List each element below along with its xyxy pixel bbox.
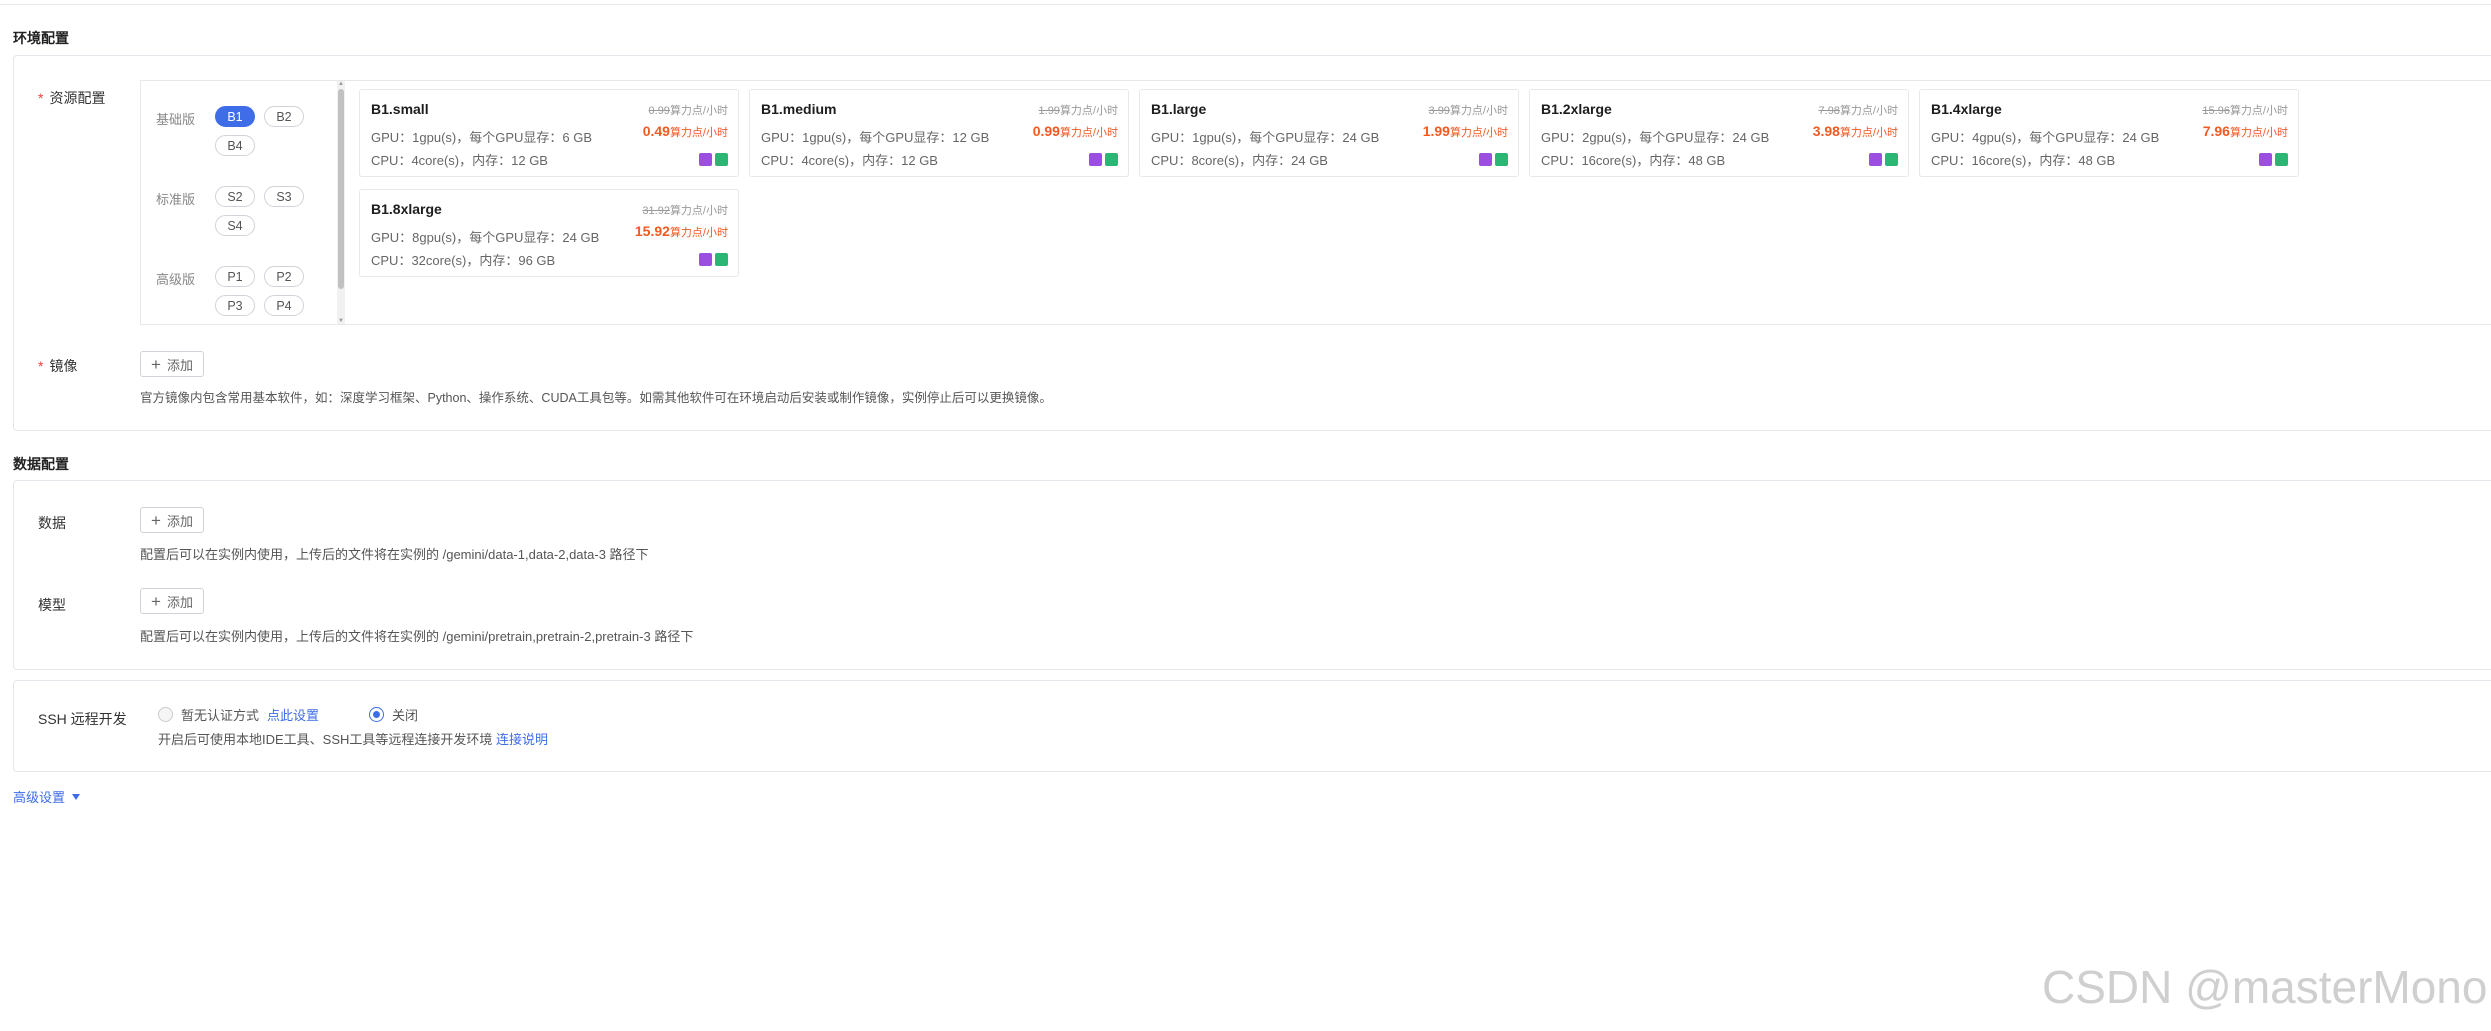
spec-card-b1-medium[interactable]: B1.medium 1.99算力点/小时 0.99算力点/小时 GPU：1gpu… [749, 89, 1129, 177]
watermark: CSDN @masterMono [2042, 961, 2488, 1013]
chart-icon [699, 153, 712, 166]
card-cpu-spec: CPU：8core(s)，内存：24 GB [1151, 153, 1328, 168]
card-price: 3.98算力点/小时 [1812, 123, 1898, 139]
scroll-down-icon[interactable]: ▼ [338, 318, 344, 324]
add-model-button[interactable]: + 添加 [140, 588, 204, 614]
plus-icon: + [151, 591, 161, 611]
data-hint: 配置后可以在实例内使用，上传后的文件将在实例的 /gemini/data-1,d… [140, 547, 649, 562]
add-image-button[interactable]: + 添加 [140, 351, 204, 377]
spec-card-b1-small[interactable]: B1.small 0.99算力点/小时 0.49算力点/小时 GPU：1gpu(… [359, 89, 739, 177]
chip-b1[interactable]: B1 [215, 106, 255, 127]
card-price: 0.49算力点/小时 [642, 123, 728, 139]
card-cpu-spec: CPU：16core(s)，内存：48 GB [1541, 153, 1726, 168]
series-scrollbar[interactable]: ▲ ▼ [337, 81, 345, 324]
scroll-up-icon[interactable]: ▲ [338, 81, 344, 87]
chip-p3[interactable]: P3 [215, 295, 255, 316]
required-mark: * [38, 358, 44, 374]
chart-icon [715, 153, 728, 166]
card-price: 1.99算力点/小时 [1422, 123, 1508, 139]
card-gpu-spec: GPU：1gpu(s)，每个GPU显存：12 GB [761, 130, 990, 145]
chip-p1[interactable]: P1 [215, 266, 255, 287]
chip-b4[interactable]: B4 [215, 135, 255, 156]
data-label: 数据 [38, 515, 66, 531]
card-cpu-spec: CPU：4core(s)，内存：12 GB [761, 153, 938, 168]
card-cpu-spec: CPU：16core(s)，内存：48 GB [1931, 153, 2116, 168]
resource-config-label: * 资源配置 [38, 90, 106, 106]
card-name: B1.2xlarge [1541, 101, 1612, 117]
setup-link[interactable]: 点此设置 [267, 705, 319, 724]
card-name: B1.8xlarge [371, 201, 442, 217]
env-config-panel: * 资源配置 基础版 B1 B2 B4 标准版 S2 S3 S4 高级版 P1 P… [13, 55, 2491, 431]
ssh-label: SSH 远程开发 [38, 711, 127, 727]
card-cpu-spec: CPU：4core(s)，内存：12 GB [371, 153, 548, 168]
chip-b2[interactable]: B2 [264, 106, 304, 127]
model-label: 模型 [38, 597, 66, 613]
image-hint: 官方镜像内包含常用基本软件，如：深度学习框架、Python、操作系统、CUDA工… [140, 391, 1052, 405]
connection-guide-link[interactable]: 连接说明 [496, 732, 548, 747]
card-old-price: 15.96算力点/小时 [2202, 105, 2288, 117]
card-price: 7.96算力点/小时 [2202, 123, 2288, 139]
plus-icon: + [151, 354, 161, 374]
data-config-panel: 数据 + 添加 配置后可以在实例内使用，上传后的文件将在实例的 /gemini/d… [13, 480, 2491, 670]
scrollbar-thumb[interactable] [338, 89, 344, 289]
chart-icon [715, 253, 728, 266]
chart-icon [699, 253, 712, 266]
spec-card-b1-2xlarge[interactable]: B1.2xlarge 7.98算力点/小时 3.98算力点/小时 GPU：2gp… [1529, 89, 1909, 177]
card-name: B1.medium [761, 101, 837, 117]
card-price: 15.92算力点/小时 [634, 223, 728, 239]
chip-s3[interactable]: S3 [264, 186, 304, 207]
chip-s4[interactable]: S4 [215, 215, 255, 236]
card-cpu-spec: CPU：32core(s)，内存：96 GB [371, 253, 556, 268]
model-hint: 配置后可以在实例内使用，上传后的文件将在实例的 /gemini/pretrain… [140, 629, 694, 644]
top-divider [0, 4, 2491, 5]
card-old-price: 7.98算力点/小时 [1818, 105, 1898, 117]
card-name: B1.large [1151, 101, 1207, 117]
spec-card-b1-4xlarge[interactable]: B1.4xlarge 15.96算力点/小时 7.96算力点/小时 GPU：4g… [1919, 89, 2299, 177]
card-old-price: 1.99算力点/小时 [1038, 105, 1118, 117]
chart-icon [1869, 153, 1882, 166]
chart-icon [2259, 153, 2272, 166]
required-mark: * [38, 90, 44, 106]
card-old-price: 3.99算力点/小时 [1428, 105, 1508, 117]
add-data-button[interactable]: + 添加 [140, 507, 204, 533]
card-price: 0.99算力点/小时 [1032, 123, 1118, 139]
chart-icon [1105, 153, 1118, 166]
chip-p2[interactable]: P2 [264, 266, 304, 287]
series-label-basic: 基础版 [156, 112, 196, 127]
chart-icon [1885, 153, 1898, 166]
series-label-advanced: 高级版 [156, 272, 196, 287]
radio-checked-icon [369, 707, 384, 722]
card-name: B1.small [371, 101, 429, 117]
card-gpu-spec: GPU：1gpu(s)，每个GPU显存：6 GB [371, 130, 593, 145]
card-old-price: 0.99算力点/小时 [648, 105, 728, 117]
series-label-standard: 标准版 [156, 192, 196, 207]
image-label: * 镜像 [38, 358, 78, 374]
ssh-option-off[interactable]: 关闭 [369, 705, 418, 724]
chart-icon [1089, 153, 1102, 166]
ssh-panel: SSH 远程开发 暂无认证方式 点此设置 关闭 开启后可使用本地IDE工具、SS… [13, 680, 2491, 772]
spec-card-b1-8xlarge[interactable]: B1.8xlarge 31.92算力点/小时 15.92算力点/小时 GPU：8… [359, 189, 739, 277]
data-section-title: 数据配置 [13, 456, 69, 472]
chart-icon [1495, 153, 1508, 166]
chart-icon [1479, 153, 1492, 166]
card-gpu-spec: GPU：4gpu(s)，每个GPU显存：24 GB [1931, 130, 2160, 145]
card-gpu-spec: GPU：1gpu(s)，每个GPU显存：24 GB [1151, 130, 1380, 145]
env-section-title: 环境配置 [13, 30, 69, 46]
chip-s2[interactable]: S2 [215, 186, 255, 207]
resource-selector: 基础版 B1 B2 B4 标准版 S2 S3 S4 高级版 P1 P2 P3 P… [140, 80, 2491, 325]
chip-p4[interactable]: P4 [264, 295, 304, 316]
plus-icon: + [151, 510, 161, 530]
card-name: B1.4xlarge [1931, 101, 2002, 117]
card-gpu-spec: GPU：8gpu(s)，每个GPU显存：24 GB [371, 230, 600, 245]
card-old-price: 31.92算力点/小时 [642, 205, 728, 217]
card-gpu-spec: GPU：2gpu(s)，每个GPU显存：24 GB [1541, 130, 1770, 145]
chart-icon [2275, 153, 2288, 166]
radio-icon [158, 707, 173, 722]
advanced-settings-toggle[interactable]: 高级设置 [13, 787, 81, 806]
caret-down-icon [72, 793, 81, 800]
ssh-option-none[interactable]: 暂无认证方式 点此设置 [158, 705, 319, 724]
spec-card-b1-large[interactable]: B1.large 3.99算力点/小时 1.99算力点/小时 GPU：1gpu(… [1139, 89, 1519, 177]
ssh-hint: 开启后可使用本地IDE工具、SSH工具等远程连接开发环境 连接说明 [158, 732, 549, 747]
